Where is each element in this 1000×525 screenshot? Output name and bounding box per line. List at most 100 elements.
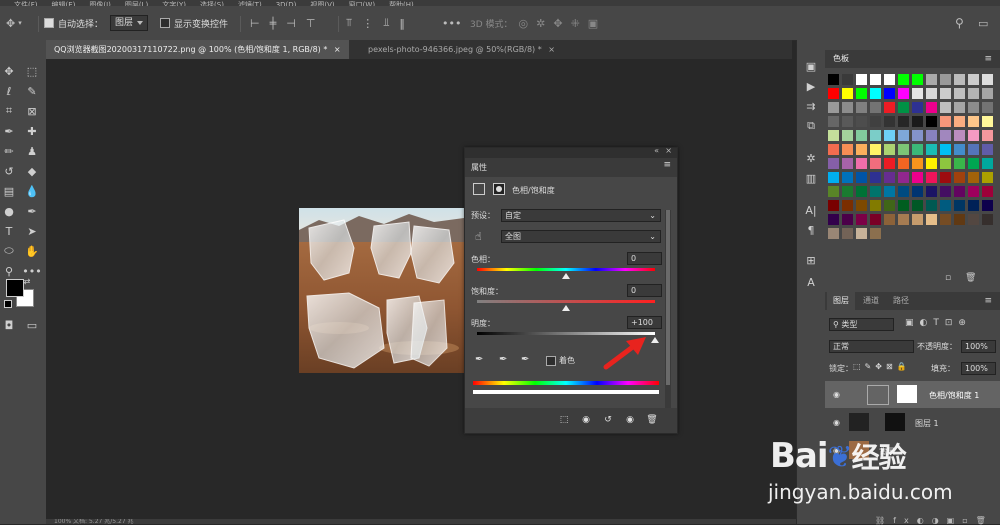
color-swatch[interactable] (968, 74, 979, 85)
color-swatch[interactable] (856, 172, 867, 183)
document-image[interactable] (299, 208, 464, 373)
align-right-icon[interactable]: ⊣ (286, 17, 296, 30)
color-swatch[interactable] (912, 144, 923, 155)
color-swatch[interactable] (954, 158, 965, 169)
screen-mode-icon[interactable]: ▭ (23, 316, 41, 334)
gradient-tool-icon[interactable]: ▤ (0, 182, 18, 200)
color-swatch[interactable] (982, 116, 993, 127)
fill-field[interactable]: 100% (961, 362, 996, 375)
color-swatch[interactable] (926, 200, 937, 211)
slide-3d-icon[interactable]: ⁜ (571, 17, 580, 30)
color-swatch[interactable] (954, 172, 965, 183)
color-swatch[interactable] (912, 130, 923, 141)
color-swatch[interactable] (842, 186, 853, 197)
quick-mask-icon[interactable]: ◘ (0, 316, 18, 334)
dodge-tool-icon[interactable]: ● (0, 202, 18, 220)
color-swatch[interactable] (968, 88, 979, 99)
color-swatch[interactable] (842, 228, 853, 239)
color-swatch[interactable] (954, 144, 965, 155)
align-left-icon[interactable]: ⊢ (250, 17, 260, 30)
adjustments-icon[interactable]: ⧉ (802, 118, 820, 134)
color-swatch[interactable] (954, 74, 965, 85)
tab-channels[interactable]: 通道 (857, 292, 885, 310)
color-swatch[interactable] (982, 214, 993, 225)
color-swatch[interactable] (968, 172, 979, 183)
quick-select-tool-icon[interactable]: ✎ (23, 82, 41, 100)
color-swatch[interactable] (940, 74, 951, 85)
color-swatch[interactable] (898, 172, 909, 183)
panel-header-bar[interactable]: « × (465, 146, 677, 158)
move-tool-icon[interactable]: ✥ ▾ (6, 6, 22, 40)
align-top-icon[interactable]: ⊤ (306, 17, 316, 30)
orbit-3d-icon[interactable]: ◎ (519, 17, 529, 30)
color-swatch[interactable] (870, 214, 881, 225)
color-swatch[interactable] (842, 172, 853, 183)
color-swatch[interactable] (926, 172, 937, 183)
delete-icon[interactable]: 🗑 (643, 413, 661, 427)
color-swatch[interactable] (884, 172, 895, 183)
distribute-left-icon[interactable]: ‖ (399, 17, 405, 30)
play-actions-icon[interactable]: ▶ (802, 78, 820, 94)
color-swatch[interactable] (828, 186, 839, 197)
lightness-value-field[interactable]: +100 (627, 316, 662, 329)
color-swatch[interactable] (968, 130, 979, 141)
distribute-top-icon[interactable]: ⫪ (346, 16, 352, 30)
hand-tool-icon[interactable]: ✋ (23, 242, 41, 260)
roll-3d-icon[interactable]: ✲ (536, 17, 545, 30)
color-swatch[interactable] (828, 144, 839, 155)
color-swatch[interactable] (982, 102, 993, 113)
color-swatch[interactable] (898, 200, 909, 211)
color-swatch[interactable] (898, 116, 909, 127)
move-tool-icon[interactable]: ✥ (0, 62, 18, 80)
color-swatch[interactable] (856, 228, 867, 239)
layer-filter-icons[interactable]: ▣◐T⊡⊕ (905, 318, 972, 328)
color-swatch[interactable] (884, 200, 895, 211)
color-swatch[interactable] (926, 102, 937, 113)
color-swatch[interactable] (884, 116, 895, 127)
hue-slider-thumb[interactable] (562, 273, 570, 279)
auto-select-checkbox[interactable]: 自动选择： (44, 6, 103, 40)
color-swatch[interactable] (884, 186, 895, 197)
color-swatch[interactable] (884, 144, 895, 155)
color-swatch[interactable] (870, 130, 881, 141)
color-swatch[interactable] (842, 116, 853, 127)
tab-paths[interactable]: 路径 (887, 292, 915, 310)
color-swatch[interactable] (898, 130, 909, 141)
color-swatch[interactable] (968, 200, 979, 211)
color-swatch[interactable] (856, 158, 867, 169)
tab-layers[interactable]: 图层 (827, 292, 855, 310)
saturation-value-field[interactable]: 0 (627, 284, 662, 297)
color-swatch[interactable] (912, 88, 923, 99)
stamp-tool-icon[interactable]: ♟ (23, 142, 41, 160)
reset-icon[interactable]: ↺ (599, 413, 617, 427)
distribute-bottom-icon[interactable]: ⫫ (383, 16, 389, 30)
lasso-tool-icon[interactable]: ℓ (0, 82, 18, 100)
color-swatch[interactable] (982, 186, 993, 197)
color-swatch[interactable] (828, 74, 839, 85)
color-swatch[interactable] (842, 88, 853, 99)
lightness-slider-thumb[interactable] (651, 337, 659, 343)
color-swatch[interactable] (968, 102, 979, 113)
color-swatch[interactable] (940, 200, 951, 211)
color-swatch[interactable] (940, 144, 951, 155)
channel-dropdown[interactable]: 全图 ⌄ (501, 230, 661, 243)
histogram-icon[interactable]: ▥ (802, 170, 820, 186)
search-icon[interactable]: ⚲ (955, 16, 964, 30)
color-swatch[interactable] (856, 144, 867, 155)
eyedropper-tool-icon[interactable]: ✒ (0, 122, 18, 140)
panel-menu-icon[interactable]: ≡ (663, 160, 671, 170)
marquee-tool-icon[interactable]: ⬚ (23, 62, 41, 80)
color-swatch[interactable] (842, 74, 853, 85)
color-swatch[interactable] (842, 102, 853, 113)
tab-document-2[interactable]: pexels-photo-946366.jpeg @ 50%(RGB/8) * … (360, 40, 563, 59)
color-swatch[interactable] (898, 88, 909, 99)
color-swatch[interactable] (940, 186, 951, 197)
layer-filter-dropdown[interactable]: ⚲ 类型 (829, 318, 894, 331)
align-hcenter-icon[interactable]: ╪ (270, 17, 277, 30)
visibility-eye-icon[interactable]: ◉ (833, 390, 840, 399)
eyedropper-icon[interactable]: ✒ (475, 354, 483, 365)
tab-properties[interactable]: 属性 (471, 162, 487, 173)
layer-row[interactable]: ◉ 图层 1 (825, 409, 1000, 436)
color-swatch[interactable] (842, 158, 853, 169)
color-swatch[interactable] (968, 144, 979, 155)
